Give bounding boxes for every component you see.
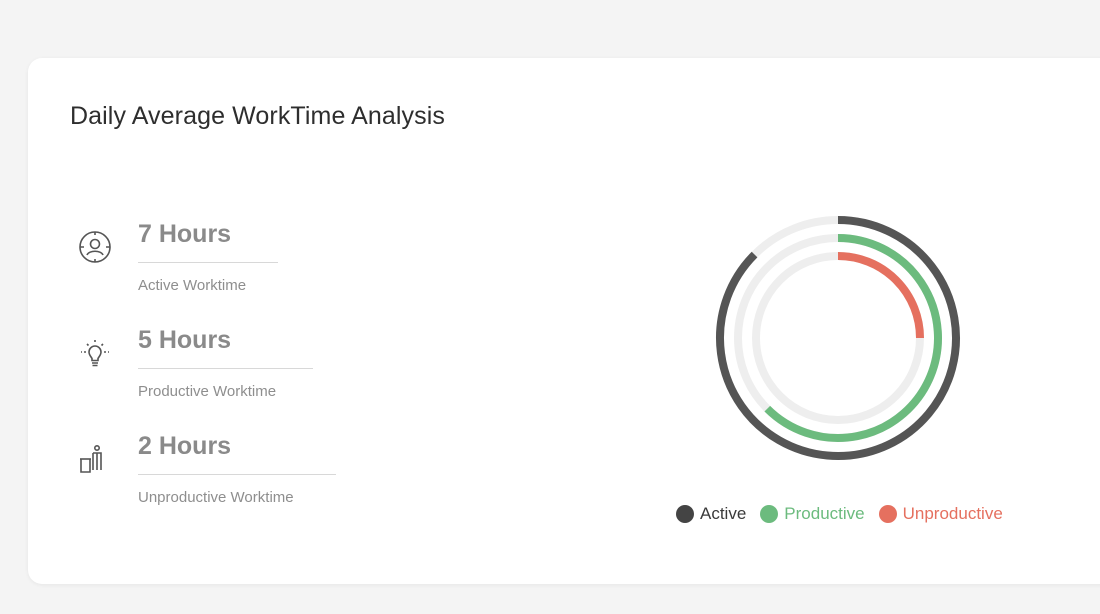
lightbulb-icon [76,334,114,372]
legend-item-unproductive[interactable]: Unproductive [878,504,1003,524]
radial-bar-chart [716,216,960,460]
divider [138,368,313,369]
chart-legend: Active Productive Unproductive [676,504,1017,524]
stat-label: Active Worktime [138,277,247,294]
legend-dot-productive [760,505,779,523]
user-circle-icon [76,228,114,266]
stat-label: Productive Worktime [138,383,277,400]
worktime-card: Daily Average WorkTime Analysis 7 Hours … [28,58,1100,584]
stat-label: Unproductive Worktime [138,489,294,506]
card-title: Daily Average WorkTime Analysis [70,102,445,130]
stat-value: 5 Hours [138,326,232,354]
legend-item-active[interactable]: Active [676,504,746,524]
legend-dot-unproductive [878,505,897,523]
divider [138,262,278,263]
legend-label-unproductive: Unproductive [902,504,1003,523]
stat-value: 7 Hours [138,220,232,248]
stat-value: 2 Hours [138,432,232,460]
trash-bin-icon [76,440,114,478]
legend-dot-active [676,505,694,523]
divider [138,474,336,475]
legend-item-productive[interactable]: Productive [760,504,865,524]
legend-label-productive: Productive [784,504,865,523]
legend-label-active: Active [700,504,747,523]
